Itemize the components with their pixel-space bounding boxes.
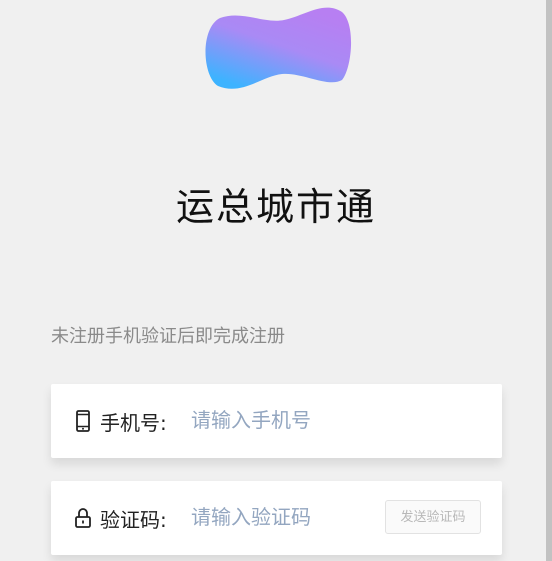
phone-input[interactable] bbox=[191, 404, 391, 436]
code-field: 验证码: 发送验证码 bbox=[51, 481, 502, 555]
phone-label: 手机号: bbox=[100, 411, 167, 435]
send-code-button[interactable]: 发送验证码 bbox=[385, 500, 481, 534]
login-page: 运总城市通 未注册手机验证后即完成注册 手机号: 验证码: 发送验证码 bbox=[0, 0, 552, 561]
app-logo bbox=[205, 7, 352, 89]
code-input[interactable] bbox=[191, 501, 391, 533]
phone-field: 手机号: bbox=[51, 384, 502, 458]
lock-icon bbox=[75, 508, 91, 528]
app-title: 运总城市通 bbox=[175, 185, 376, 229]
registration-hint: 未注册手机验证后即完成注册 bbox=[51, 326, 285, 347]
phone-icon bbox=[76, 410, 90, 432]
code-label: 验证码: bbox=[100, 508, 167, 532]
scrollbar[interactable] bbox=[546, 0, 552, 561]
